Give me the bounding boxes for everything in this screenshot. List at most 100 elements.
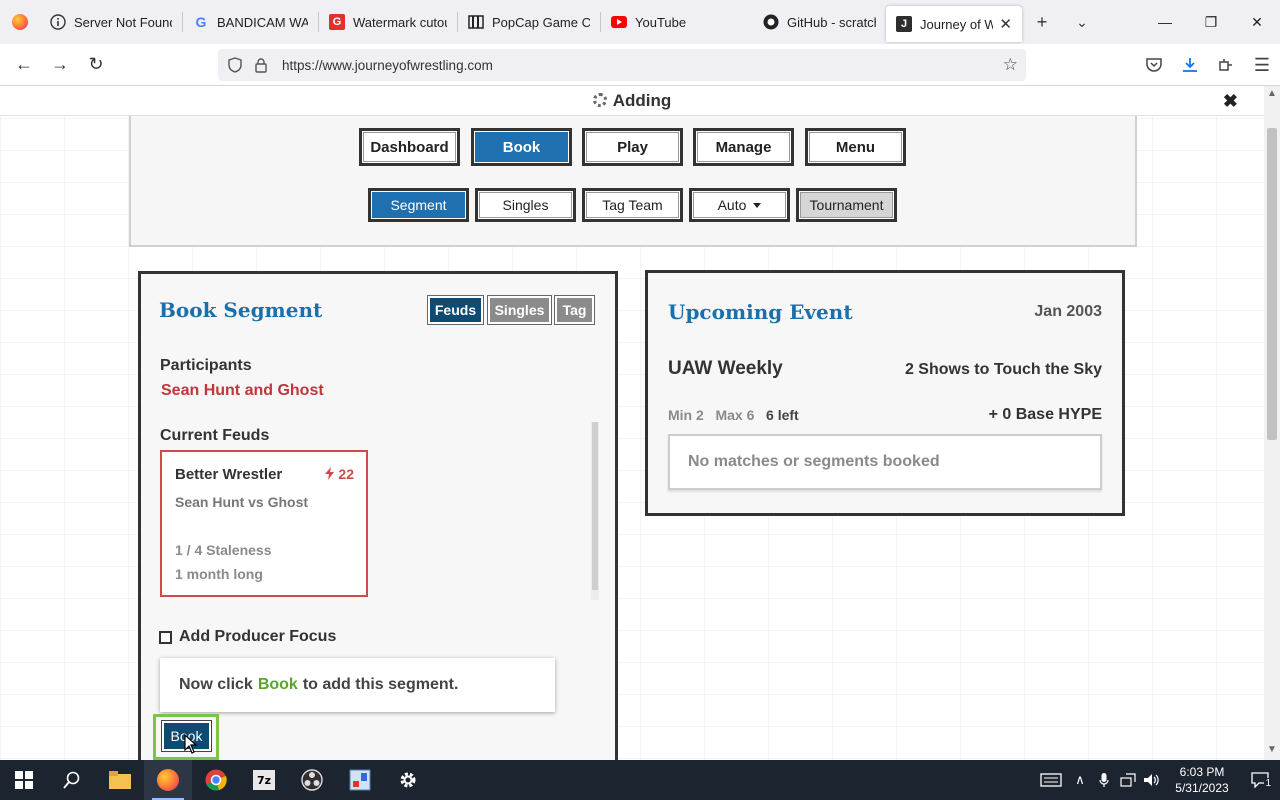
obs-icon[interactable] [288, 760, 336, 800]
tab-bandicam[interactable]: G BANDICAM WATE [183, 0, 318, 44]
tag-filter-button[interactable]: Tag [554, 295, 595, 325]
hamburger-menu-icon[interactable]: ☰ [1244, 55, 1280, 76]
mouse-cursor-icon [184, 734, 198, 754]
auto-dropdown[interactable]: Auto [689, 188, 790, 222]
segment-tab[interactable]: Segment [368, 188, 469, 222]
tip-highlight: Book [257, 676, 298, 693]
close-status-icon[interactable]: ✖ [1223, 86, 1238, 116]
tip-suffix: to add this segment. [302, 676, 459, 693]
tag-team-tab[interactable]: Tag Team [582, 188, 683, 222]
max-matches: Max 6 [715, 407, 755, 423]
list-all-tabs-icon[interactable]: ⌄ [1062, 0, 1102, 44]
tab-youtube[interactable]: YouTube [601, 0, 741, 44]
new-tab-icon[interactable]: + [1022, 0, 1062, 44]
feud-name: Better Wrestler [175, 466, 283, 483]
singles-filter-button[interactable]: Singles [487, 295, 552, 325]
minimize-icon[interactable]: — [1142, 0, 1188, 44]
info-icon [50, 14, 66, 30]
upcoming-event-title: Upcoming Event [668, 300, 853, 324]
system-clock[interactable]: 6:03 PM 5/31/2023 [1164, 764, 1240, 796]
feud-heat-value: 22 [338, 466, 354, 482]
lock-icon[interactable] [248, 57, 274, 73]
page-scrollbar[interactable]: ▲ ▼ [1264, 86, 1280, 760]
back-icon[interactable]: ← [6, 49, 42, 81]
tab-watermark-cutout[interactable]: G Watermark cutout [319, 0, 457, 44]
book-nav-button[interactable]: Book [471, 128, 572, 166]
match-limits: Min 2 Max 6 6 left [668, 407, 799, 423]
tab-popcap[interactable]: PopCap Game Col [458, 0, 600, 44]
participants-label: Participants [160, 357, 252, 374]
tip-prefix: Now click [179, 676, 253, 693]
scrollbar-thumb[interactable] [1267, 128, 1277, 440]
file-explorer-icon[interactable] [96, 760, 144, 800]
google-icon: G [195, 14, 207, 30]
windows-start-icon[interactable] [0, 760, 48, 800]
book-segment-title: Book Segment [159, 298, 323, 322]
feud-card[interactable]: Better Wrestler 22 Sean Hunt vs Ghost 1 … [160, 450, 368, 597]
microphone-icon[interactable] [1092, 772, 1116, 788]
paint-app-icon[interactable] [336, 760, 384, 800]
firefox-taskbar-icon[interactable] [144, 760, 192, 800]
current-feuds-label: Current Feuds [160, 427, 270, 444]
feuds-filter-button[interactable]: Feuds [427, 295, 484, 325]
show-name: UAW Weekly [668, 358, 783, 379]
min-matches: Min 2 [668, 407, 704, 423]
play-button[interactable]: Play [582, 128, 683, 166]
singles-tab[interactable]: Singles [475, 188, 576, 222]
add-producer-focus-checkbox[interactable]: Add Producer Focus [159, 628, 336, 646]
menu-button[interactable]: Menu [805, 128, 906, 166]
pocket-icon[interactable] [1136, 58, 1172, 72]
settings-gear-icon[interactable] [384, 760, 432, 800]
7zip-icon[interactable]: 7z [240, 760, 288, 800]
notifications-icon[interactable]: 1 [1240, 772, 1280, 789]
restore-icon[interactable]: ❐ [1188, 0, 1234, 44]
close-tab-icon[interactable]: ✕ [999, 15, 1012, 33]
slots-left: 6 left [766, 407, 799, 423]
address-bar[interactable]: https://www.journeyofwrestling.com ☆ [218, 49, 1026, 81]
scroll-up-icon[interactable]: ▲ [1264, 88, 1280, 102]
tab-server-not-found[interactable]: Server Not Found [40, 0, 182, 44]
tab-journey-of-wrestling[interactable]: J Journey of Wre ✕ [886, 6, 1022, 42]
tab-github[interactable]: GitHub - scratchfo [753, 0, 886, 44]
tutorial-tooltip: Now click Book to add this segment. [160, 658, 555, 712]
feuds-scrollbar[interactable] [591, 422, 599, 600]
loading-spinner-icon [592, 93, 607, 107]
popcap-icon [468, 14, 484, 30]
search-icon[interactable] [48, 760, 96, 800]
feud-heat: 22 [325, 466, 354, 482]
system-tray: ∧ 6:03 PM 5/31/2023 1 [1034, 760, 1280, 800]
feud-staleness: 1 / 4 Staleness [175, 542, 272, 558]
shield-icon[interactable] [222, 57, 248, 73]
notification-count: 1 [1264, 778, 1272, 789]
reload-icon[interactable]: ↻ [78, 49, 114, 81]
keyboard-icon[interactable] [1034, 773, 1068, 787]
close-window-icon[interactable]: ✕ [1234, 0, 1280, 44]
volume-icon[interactable] [1140, 773, 1164, 787]
manage-button[interactable]: Manage [693, 128, 794, 166]
tournament-tab[interactable]: Tournament [796, 188, 897, 222]
bookmark-star-icon[interactable]: ☆ [1003, 55, 1018, 75]
firefox-menu-icon[interactable] [0, 0, 40, 44]
adding-status-bar: Adding ✖ [0, 86, 1264, 116]
base-hype: + 0 Base HYPE [988, 406, 1102, 423]
status-text: Adding [612, 91, 672, 110]
no-matches-message: No matches or segments booked [668, 434, 1102, 490]
add-producer-focus-label: Add Producer Focus [179, 628, 337, 645]
lightning-icon [325, 467, 335, 480]
downloads-icon[interactable] [1172, 57, 1208, 73]
g-red-icon: G [329, 14, 345, 30]
dashboard-button[interactable]: Dashboard [359, 128, 460, 166]
show-hidden-icons-icon[interactable]: ∧ [1068, 772, 1092, 788]
scroll-down-icon[interactable]: ▼ [1264, 744, 1280, 758]
url-text: https://www.journeyofwrestling.com [282, 57, 493, 73]
forward-icon[interactable]: → [42, 49, 78, 81]
j-icon: J [896, 16, 912, 32]
auto-label: Auto [717, 197, 747, 213]
feud-vs: Sean Hunt vs Ghost [175, 494, 309, 510]
upcoming-event-panel: Upcoming Event Jan 2003 UAW Weekly 2 Sho… [645, 270, 1125, 516]
chrome-icon[interactable] [192, 760, 240, 800]
extensions-icon[interactable] [1208, 57, 1244, 73]
participants-value: Sean Hunt and Ghost [161, 382, 324, 399]
clock-time: 6:03 PM [1179, 765, 1225, 779]
network-icon[interactable] [1116, 773, 1140, 787]
